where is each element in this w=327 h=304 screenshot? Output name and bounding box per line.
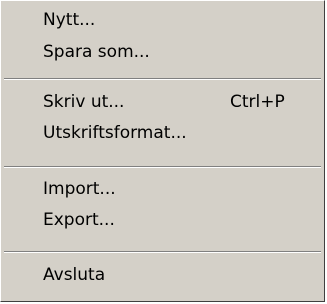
menu-item-import[interactable]: Import... bbox=[1, 175, 324, 205]
menu-item-new[interactable]: Nytt... bbox=[1, 6, 324, 36]
menu-item-print-label: Skriv ut... bbox=[43, 92, 125, 112]
menu-item-page-setup[interactable]: Utskriftsformat... bbox=[1, 119, 324, 149]
menu-separator bbox=[4, 166, 321, 168]
file-menu: Nytt... Spara som... Skriv ut... Ctrl+P … bbox=[0, 0, 325, 302]
menu-item-exit[interactable]: Avsluta bbox=[1, 261, 324, 291]
menu-item-import-label: Import... bbox=[43, 179, 116, 199]
menu-item-print[interactable]: Skriv ut... Ctrl+P bbox=[1, 88, 324, 118]
menu-separator bbox=[4, 251, 321, 253]
menu-item-export[interactable]: Export... bbox=[1, 206, 324, 236]
menu-item-export-label: Export... bbox=[43, 210, 115, 230]
menu-item-save-as-label: Spara som... bbox=[43, 42, 150, 62]
menu-item-save-as[interactable]: Spara som... bbox=[1, 38, 324, 68]
menu-item-exit-label: Avsluta bbox=[43, 265, 106, 285]
menu-item-print-shortcut: Ctrl+P bbox=[230, 92, 285, 112]
menu-item-page-setup-label: Utskriftsformat... bbox=[43, 123, 187, 143]
menu-item-new-label: Nytt... bbox=[43, 10, 96, 30]
menu-separator bbox=[4, 78, 321, 80]
